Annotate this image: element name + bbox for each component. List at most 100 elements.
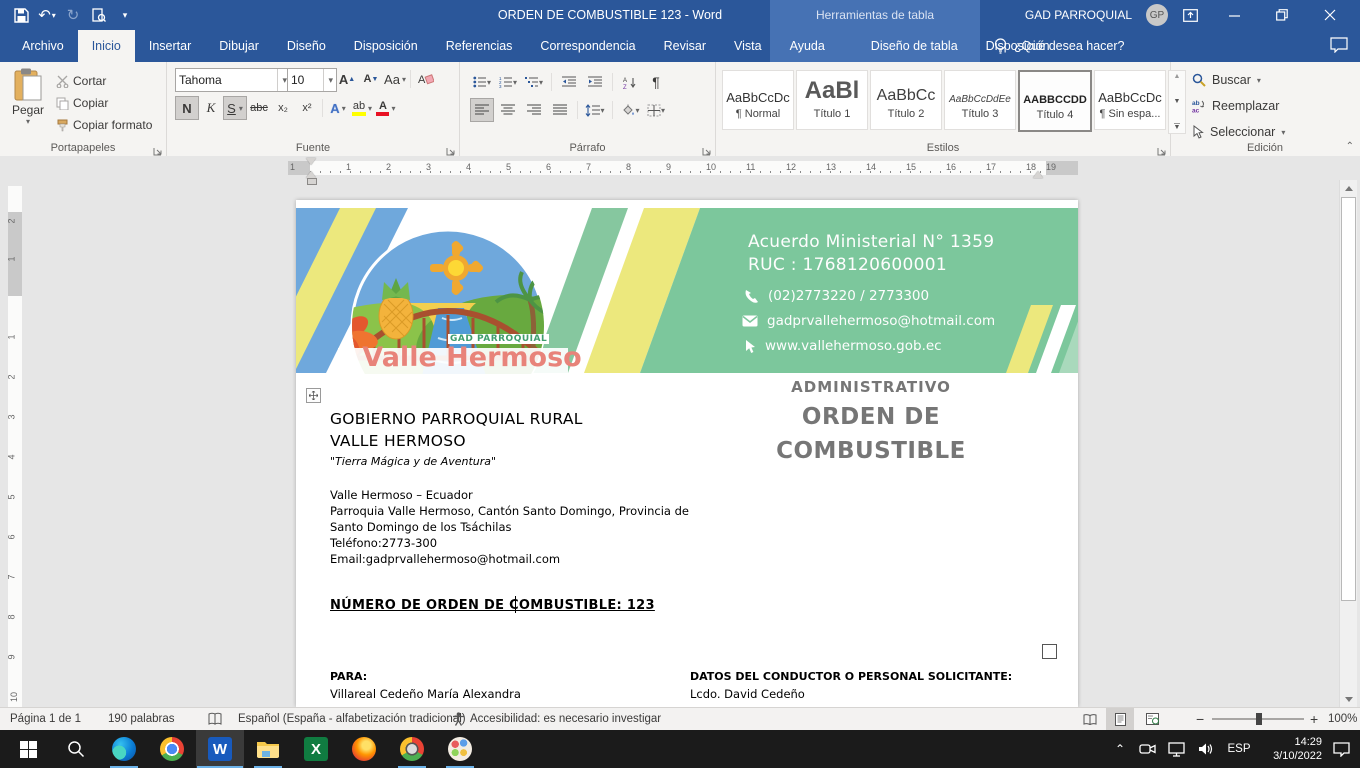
redo-icon[interactable]: ↻ <box>60 2 86 28</box>
taskbar-word-icon[interactable]: W <box>196 730 244 768</box>
font-size-dropdown-arrow[interactable]: ▾ <box>323 69 333 91</box>
text-effects-button[interactable]: A▾ <box>326 96 350 120</box>
shading-button[interactable]: ▾ <box>618 98 642 122</box>
borders-button[interactable]: ▾ <box>644 98 668 122</box>
style-titulo-3[interactable]: AaBbCcDdEe Título 3 <box>944 70 1016 130</box>
dialog-launcher-portapapeles[interactable] <box>153 143 163 153</box>
tab-correspondencia[interactable]: Correspondencia <box>526 30 649 62</box>
ribbon-display-options-icon[interactable] <box>1168 0 1212 30</box>
taskbar-excel-icon[interactable]: X <box>292 730 340 768</box>
zoom-percentage[interactable]: 100% <box>1328 708 1357 730</box>
restore-button[interactable] <box>1260 0 1304 30</box>
undo-icon[interactable]: ↶▾ <box>34 2 60 28</box>
taskbar-chrome-profile-icon[interactable] <box>388 730 436 768</box>
horizontal-ruler[interactable]: 1 123456789101112131415161718 19 <box>288 161 1078 175</box>
tab-dibujar[interactable]: Dibujar <box>205 30 273 62</box>
first-line-indent-marker[interactable] <box>306 158 316 165</box>
align-right-button[interactable] <box>522 98 546 122</box>
style-titulo-4[interactable]: AABBCCDD Título 4 <box>1018 70 1092 132</box>
align-center-button[interactable] <box>496 98 520 122</box>
font-size-combo[interactable]: 10▾ <box>287 68 337 92</box>
scrollbar-thumb[interactable] <box>1341 197 1356 601</box>
read-mode-button[interactable] <box>1076 708 1104 730</box>
font-name-dropdown-arrow[interactable]: ▾ <box>277 69 287 91</box>
word-count[interactable]: 190 palabras <box>108 708 175 730</box>
right-indent-marker[interactable] <box>1033 171 1043 178</box>
multilevel-list-button[interactable]: ▾ <box>522 70 546 94</box>
bold-button[interactable]: N <box>175 96 199 120</box>
format-painter-button[interactable]: Copiar formato <box>56 114 152 136</box>
subscript-button[interactable]: x₂ <box>271 96 295 120</box>
show-marks-button[interactable]: ¶ <box>644 70 668 94</box>
clear-formatting-button[interactable]: A <box>414 67 438 91</box>
action-center-icon[interactable] <box>1326 730 1356 768</box>
tray-chevron-icon[interactable]: ⌃ <box>1108 730 1132 768</box>
start-button[interactable] <box>4 730 52 768</box>
justify-button[interactable] <box>548 98 572 122</box>
dialog-launcher-parrafo[interactable] <box>702 143 712 153</box>
tray-network-icon[interactable] <box>1162 730 1190 768</box>
taskbar-chrome-icon[interactable] <box>148 730 196 768</box>
tab-diseno-de-tabla[interactable]: Diseño de tabla <box>857 30 972 62</box>
account-name[interactable]: GAD PARROQUIAL <box>1025 0 1132 30</box>
decrease-indent-button[interactable] <box>557 70 581 94</box>
change-case-button[interactable]: Aa▾ <box>383 67 407 91</box>
align-left-button[interactable] <box>470 98 494 122</box>
highlight-button[interactable]: ab ▾ <box>350 96 374 120</box>
close-button[interactable] <box>1308 0 1352 30</box>
taskbar-edge-icon[interactable] <box>100 730 148 768</box>
proofing-icon[interactable] <box>208 708 222 730</box>
find-button[interactable]: Buscar▾ <box>1192 69 1285 91</box>
select-button[interactable]: Seleccionar▾ <box>1192 121 1285 143</box>
empty-checkbox[interactable] <box>1042 644 1057 659</box>
tab-vista[interactable]: Vista <box>720 30 776 62</box>
font-color-button[interactable]: A ▾ <box>374 96 398 120</box>
paste-button[interactable]: Pegar ▾ <box>6 68 50 134</box>
document-page[interactable]: Acuerdo Ministerial N° 1359 RUC : 176812… <box>296 200 1078 707</box>
bullets-button[interactable]: ▾ <box>470 70 494 94</box>
tab-disposicion[interactable]: Disposición <box>340 30 432 62</box>
scroll-down-icon[interactable] <box>1340 691 1357 707</box>
tray-volume-icon[interactable] <box>1192 730 1220 768</box>
comments-icon[interactable] <box>1330 37 1348 53</box>
italic-button[interactable]: K <box>199 96 223 120</box>
underline-button[interactable]: S▾ <box>223 96 247 120</box>
line-spacing-button[interactable]: ▾ <box>583 98 607 122</box>
web-layout-button[interactable] <box>1138 708 1166 730</box>
grow-font-button[interactable]: A▲ <box>335 67 359 91</box>
superscript-button[interactable]: x² <box>295 96 319 120</box>
tab-diseno[interactable]: Diseño <box>273 30 340 62</box>
save-icon[interactable] <box>8 2 34 28</box>
style-sin-espaciado[interactable]: AaBbCcDc ¶ Sin espa... <box>1094 70 1166 130</box>
style-normal[interactable]: AaBbCcDc ¶ Normal <box>722 70 794 130</box>
sort-button[interactable]: AZ <box>618 70 642 94</box>
tell-me-box[interactable]: ¿Qué desea hacer? <box>994 30 1125 62</box>
table-move-handle-icon[interactable] <box>306 388 321 403</box>
tray-meet-now-icon[interactable] <box>1134 730 1160 768</box>
strikethrough-button[interactable]: abc <box>247 96 271 120</box>
avatar[interactable]: GP <box>1146 4 1168 26</box>
numbering-button[interactable]: 123▾ <box>496 70 520 94</box>
tab-inicio[interactable]: Inicio <box>78 30 135 62</box>
accessibility-status[interactable]: Accesibilidad: es necesario investigar <box>452 708 661 730</box>
tab-ayuda[interactable]: Ayuda <box>776 30 839 62</box>
taskbar-explorer-icon[interactable] <box>244 730 292 768</box>
copy-button[interactable]: Copiar <box>56 92 152 114</box>
print-preview-icon[interactable] <box>86 2 112 28</box>
tray-language[interactable]: ESP <box>1222 730 1256 768</box>
scroll-up-icon[interactable] <box>1340 180 1357 196</box>
vertical-scrollbar[interactable] <box>1339 180 1357 707</box>
tab-referencias[interactable]: Referencias <box>432 30 527 62</box>
tray-clock[interactable]: 14:29 3/10/2022 <box>1256 730 1322 768</box>
customize-qat-icon[interactable]: ▾ <box>112 2 138 28</box>
paste-dropdown-arrow[interactable]: ▾ <box>6 117 50 126</box>
vertical-ruler[interactable]: 2112345678910 <box>8 186 22 707</box>
font-name-combo[interactable]: Tahoma▾ <box>175 68 291 92</box>
zoom-slider-thumb[interactable] <box>1256 713 1262 725</box>
minimize-button[interactable] <box>1212 0 1256 30</box>
style-titulo-1[interactable]: AaBl Título 1 <box>796 70 868 130</box>
zoom-out-button[interactable]: − <box>1196 708 1204 730</box>
zoom-in-button[interactable]: + <box>1310 708 1318 730</box>
dialog-launcher-fuente[interactable] <box>446 143 456 153</box>
tab-archivo[interactable]: Archivo <box>8 30 78 62</box>
